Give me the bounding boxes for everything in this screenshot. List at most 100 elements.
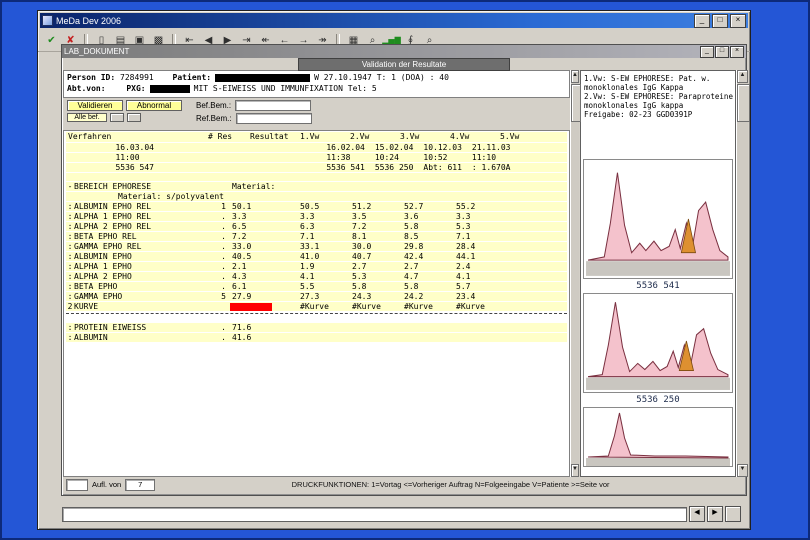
- option-button-2[interactable]: [127, 113, 141, 122]
- current-result: 4.3: [232, 272, 247, 281]
- child-maximize-button[interactable]: □: [715, 45, 729, 58]
- result-row[interactable]: : BETA EPHO. 6.1 5.5 5.8 5.8 5.7: [66, 282, 567, 291]
- scrollbar-track[interactable]: [736, 83, 750, 464]
- row-marker: :: [67, 252, 73, 261]
- scrollbar-thumb[interactable]: [571, 84, 581, 122]
- date-row: 16.03.04 16.02.04 15.02.04 10.12.03 21.1…: [66, 143, 567, 152]
- history-date: 21.11.03: [471, 143, 511, 152]
- result-row-curve[interactable]: 2 KURVE #Kurve #Kurve #Kurve #Kurve: [66, 302, 567, 311]
- validate-icon[interactable]: ✔: [42, 31, 61, 50]
- test-name: GAMMA EPHO: [74, 292, 123, 301]
- row-marker: :: [67, 272, 73, 281]
- scroll-down-icon[interactable]: ▼: [736, 464, 748, 477]
- result-count: 1: [221, 202, 226, 211]
- scrollbar-track[interactable]: [571, 83, 581, 464]
- child-content: Person ID: 7284991 Patient: W 27.10.1947 …: [62, 70, 750, 477]
- child-close-button[interactable]: ×: [730, 45, 744, 58]
- column-header: 1.Vw: [300, 132, 320, 141]
- history-value: 52.7: [404, 202, 424, 211]
- result-row[interactable]: : ALBUMIN EPHO REL 1 50.1 50.5 51.2 52.7 55.2: [66, 202, 567, 211]
- history-value: 29.8: [404, 242, 424, 251]
- result-row[interactable]: : ALBUMIN EPHO. 40.5 41.0 40.7 42.4 44.1: [66, 252, 567, 261]
- history-value: 44.1: [456, 252, 476, 261]
- results-table: Verfahren # Res Resultat 1.Vw 2.Vw 3.Vw …: [63, 130, 570, 477]
- patient-demographics: W 27.10.1947 T: 1 (DOA) : 40: [314, 73, 449, 82]
- history-value: 50.5: [300, 202, 320, 211]
- title-bar[interactable]: MeDa Dev 2006 _ □ ×: [40, 13, 748, 28]
- history-value: 6.3: [300, 222, 315, 231]
- result-row[interactable]: : ALPHA 2 EPHO. 4.3 4.1 5.3 4.7 4.1: [66, 272, 567, 281]
- alert-result-cell[interactable]: [230, 302, 272, 311]
- command-extra-button[interactable]: [725, 506, 741, 522]
- redacted-patient-name: [215, 73, 311, 82]
- history-time: 10:52: [423, 153, 448, 162]
- densitometry-trace: [587, 172, 729, 261]
- current-time: 11:00: [115, 153, 140, 162]
- command-bar: ◀ ▶: [62, 506, 741, 522]
- result-row[interactable]: : ALPHA 1 EPHO REL. 3.3 3.3 3.5 3.6 3.3: [66, 212, 567, 221]
- all-results-button[interactable]: Alle bef.: [67, 113, 107, 122]
- electrophoresis-curve-1[interactable]: [582, 159, 733, 279]
- child-title-bar[interactable]: LAB_DOKUMENT _ □ ×: [62, 45, 746, 58]
- current-result: 7.2: [232, 232, 247, 241]
- report-line: 2.Vw: S-EW EPHORESE: Paraproteine: [583, 92, 733, 101]
- result-row[interactable]: : ALPHA 2 EPHO REL. 6.5 6.3 7.2 5.8 5.3: [66, 222, 567, 231]
- result-row[interactable]: : BETA EPHO REL. 7.2 7.1 8.1 8.5 7.1: [66, 232, 567, 241]
- result-count: .: [221, 252, 226, 261]
- child-minimize-button[interactable]: _: [700, 45, 714, 58]
- validate-button[interactable]: Validieren: [67, 100, 123, 111]
- reference-remark-input[interactable]: [235, 113, 312, 124]
- result-row[interactable]: : PROTEIN EIWEISS. 71.6: [66, 323, 567, 332]
- current-result: 33.0: [232, 242, 252, 251]
- test-name: ALPHA 2 EPHO: [74, 272, 132, 281]
- child-window-title: LAB_DOKUMENT: [64, 47, 130, 56]
- test-name: ALPHA 1 EPHO: [74, 262, 132, 271]
- history-date: 15.02.04: [374, 143, 414, 152]
- column-header: 4.Vw: [450, 132, 470, 141]
- current-result: 6.1: [232, 282, 247, 291]
- history-value: #Kurve: [300, 302, 329, 311]
- window-title: MeDa Dev 2006: [56, 15, 122, 26]
- row-marker: :: [67, 323, 73, 332]
- scroll-up-icon[interactable]: ▲: [736, 70, 748, 83]
- page-indicator-box[interactable]: [66, 478, 88, 491]
- row-marker: :: [67, 232, 73, 241]
- densitometry-trace: [587, 302, 729, 378]
- current-result: 2.1: [232, 262, 247, 271]
- history-value: 24.2: [404, 292, 424, 301]
- column-header: 2.Vw: [350, 132, 370, 141]
- left-column: Person ID: 7284991 Patient: W 27.10.1947 …: [63, 70, 570, 477]
- section-divider: [66, 313, 567, 322]
- option-button-1[interactable]: [110, 113, 124, 122]
- scroll-left-icon[interactable]: ◀: [689, 506, 705, 522]
- current-result: 6.5: [232, 222, 247, 231]
- result-row[interactable]: : GAMMA EPHO 5 27.9 27.3 24.3 24.2 23.4: [66, 292, 567, 301]
- patient-header: Person ID: 7284991 Patient: W 27.10.1947 …: [63, 70, 570, 98]
- current-result: 3.3: [232, 212, 247, 221]
- result-row[interactable]: : GAMMA EPHO REL. 33.0 33.1 30.0 29.8 28.4: [66, 242, 567, 251]
- electrophoresis-curve-2[interactable]: [582, 293, 733, 393]
- maximize-button[interactable]: □: [712, 13, 728, 28]
- test-name: ALBUMIN EPHO: [74, 252, 132, 261]
- command-input[interactable]: [62, 506, 687, 522]
- scroll-right-icon[interactable]: ▶: [707, 506, 723, 522]
- scroll-down-icon[interactable]: ▼: [571, 464, 579, 477]
- abnormal-button[interactable]: Abnormal: [126, 100, 182, 111]
- table-vertical-scrollbar[interactable]: ▲ ▼: [570, 70, 581, 477]
- scroll-up-icon[interactable]: ▲: [571, 70, 579, 83]
- result-row[interactable]: : ALBUMIN. 41.6: [66, 333, 567, 342]
- patient-line-1: Person ID: 7284991 Patient: W 27.10.1947 …: [67, 72, 566, 83]
- close-button[interactable]: ×: [730, 13, 746, 28]
- minimize-button[interactable]: _: [694, 13, 710, 28]
- result-row[interactable]: : ALPHA 1 EPHO. 2.1 1.9 2.7 2.7 2.4: [66, 262, 567, 271]
- scrollbar-thumb[interactable]: [736, 84, 750, 122]
- electrophoresis-curve-3[interactable]: [582, 407, 733, 467]
- spacer-row: [66, 173, 567, 181]
- report-remark-input[interactable]: [235, 100, 312, 111]
- row-marker: :: [67, 282, 73, 291]
- report-vertical-scrollbar[interactable]: ▲ ▼: [735, 70, 750, 477]
- history-value: 5.3: [456, 222, 471, 231]
- page-count-box[interactable]: 7: [125, 478, 156, 491]
- child-status-bar: Aufl. von 7 DRUCKFUNKTIONEN: 1=Vortag <=…: [62, 477, 746, 492]
- history-value: 41.0: [300, 252, 320, 261]
